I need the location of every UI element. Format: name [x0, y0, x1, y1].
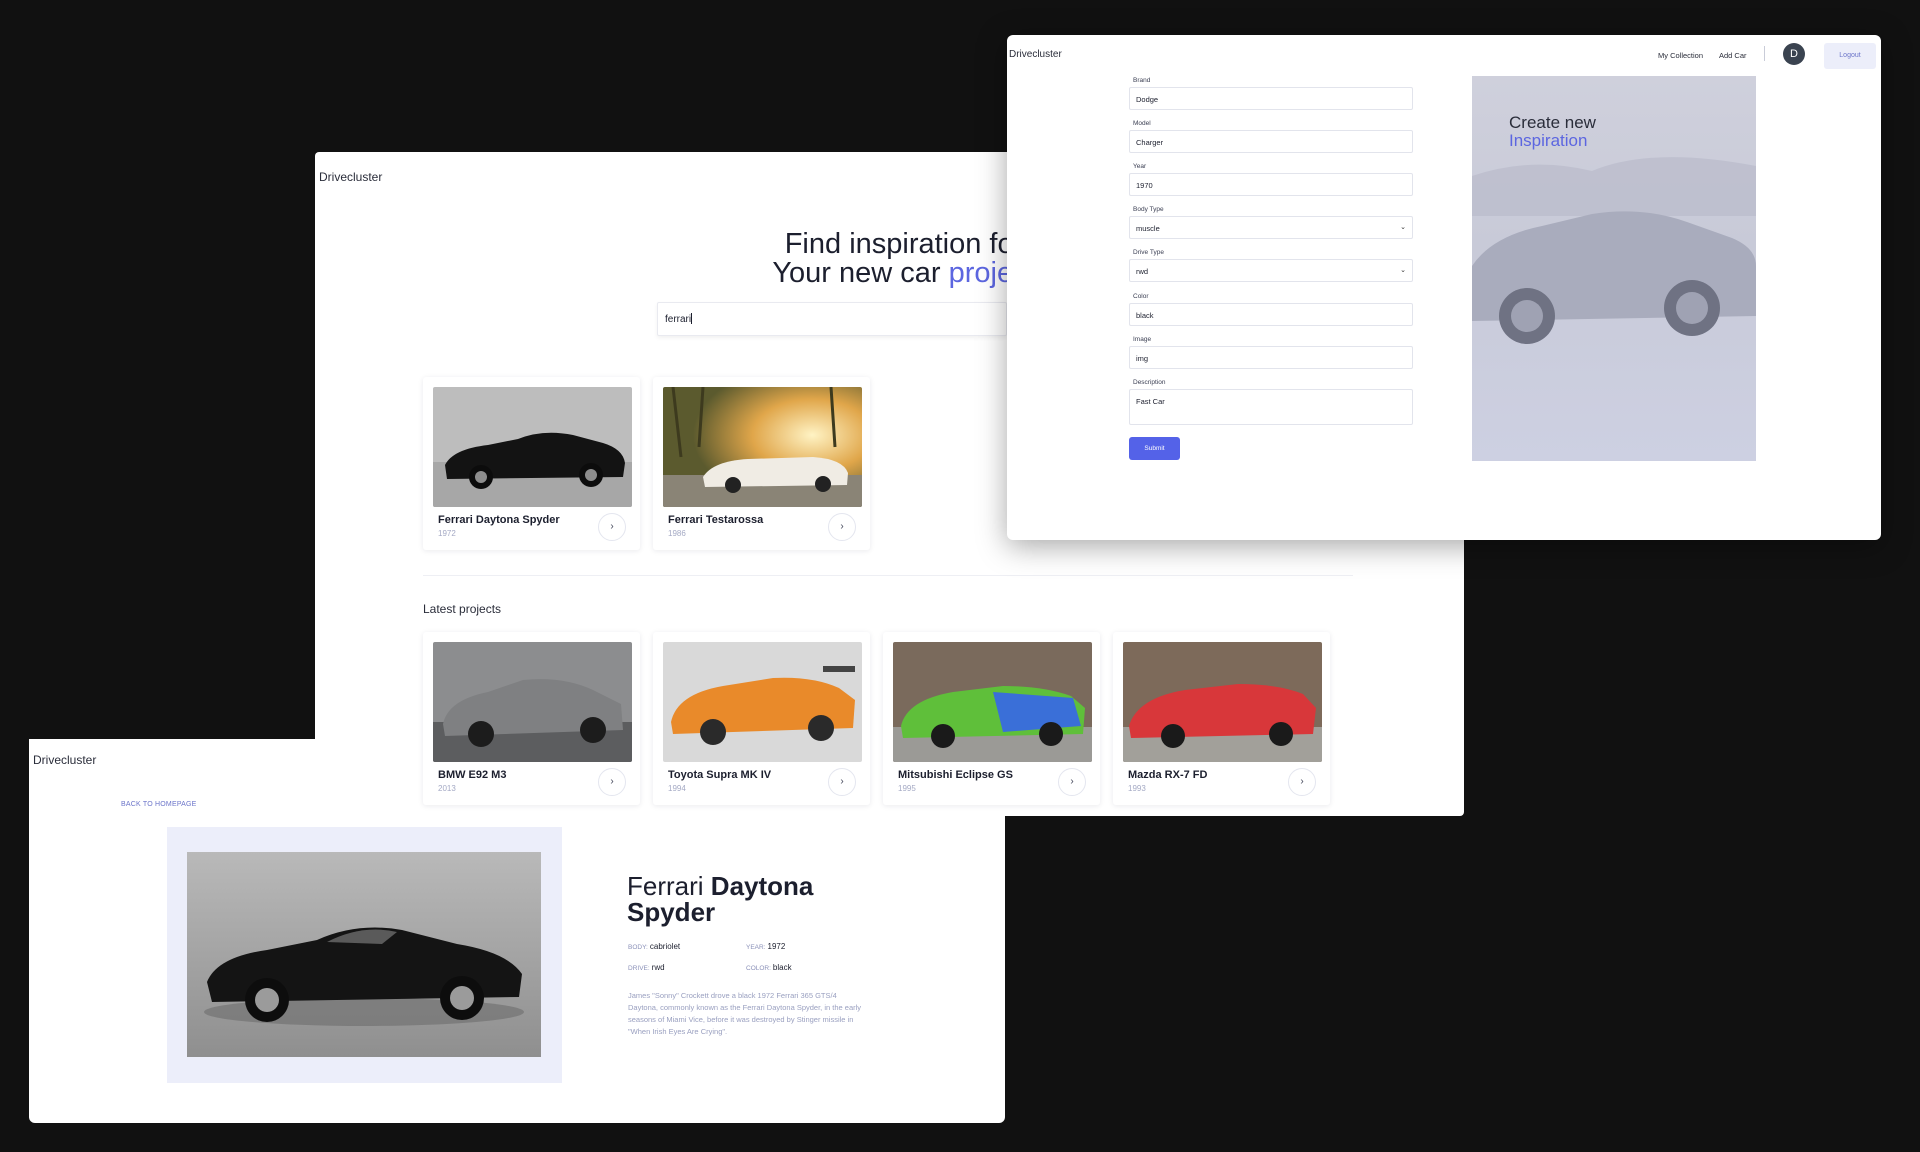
nav-my-collection[interactable]: My Collection: [1658, 51, 1703, 60]
card-year: 1986: [668, 529, 686, 538]
create-car-window: Drivecluster My Collection Add Car D Log…: [1007, 35, 1881, 540]
logout-button[interactable]: Logout: [1824, 43, 1876, 69]
year-label: Year: [1133, 163, 1147, 170]
text-caret: [691, 313, 693, 324]
model-label: Model: [1133, 120, 1151, 127]
card-year: 2013: [438, 784, 456, 793]
body-type-value: muscle: [1136, 224, 1160, 233]
card-year: 1993: [1128, 784, 1146, 793]
brand-logo[interactable]: Drivecluster: [33, 753, 96, 767]
image-label: Image: [1133, 336, 1152, 343]
hero-line-2-prefix: Your new car: [772, 257, 949, 289]
chevron-down-icon: ⌄: [1400, 224, 1406, 231]
card-thumbnail: [433, 642, 632, 762]
brand-logo[interactable]: Drivecluster: [319, 170, 382, 184]
chevron-down-icon: ⌄: [1400, 267, 1406, 274]
drive-type-value: rwd: [1136, 267, 1149, 276]
car-description: James "Sonny" Crockett drove a black 197…: [628, 991, 862, 1036]
brand-logo[interactable]: Drivecluster: [1009, 49, 1062, 60]
result-card[interactable]: Ferrari Testarossa 1986 ›: [653, 377, 870, 550]
card-thumbnail: [1123, 642, 1322, 762]
card-year: 1995: [898, 784, 916, 793]
submit-button[interactable]: Submit: [1129, 437, 1180, 460]
brand-field[interactable]: Dodge: [1129, 87, 1413, 110]
spec-drive-label: DRIVE:: [628, 965, 650, 972]
description-label: Description: [1133, 379, 1166, 386]
spec-year: YEAR: 1972: [746, 942, 785, 951]
chevron-right-icon[interactable]: ›: [598, 768, 626, 796]
spec-color-value: black: [772, 963, 792, 972]
body-type-select[interactable]: muscle ⌄: [1129, 216, 1413, 239]
chevron-right-icon[interactable]: ›: [598, 513, 626, 541]
spec-color: COLOR: black: [746, 963, 792, 972]
body-type-label: Body Type: [1133, 206, 1164, 213]
car-image: [1123, 642, 1322, 762]
spec-body: BODY: cabriolet: [628, 942, 680, 951]
spec-body-label: BODY:: [628, 944, 648, 951]
spec-year-label: YEAR:: [746, 944, 766, 951]
spec-drive: DRIVE: rwd: [628, 963, 665, 972]
project-card[interactable]: Mitsubishi Eclipse GS 1995 ›: [883, 632, 1100, 805]
card-thumbnail: [433, 387, 632, 507]
spec-drive-value: rwd: [651, 963, 665, 972]
car-image: [204, 927, 524, 1026]
chevron-right-icon[interactable]: ›: [828, 768, 856, 796]
back-to-homepage-link[interactable]: BACK TO HOMEPAGE: [121, 801, 197, 808]
card-thumbnail: [663, 387, 862, 507]
card-title: Ferrari Testarossa: [668, 514, 764, 526]
create-heading-line-2: Inspiration: [1509, 131, 1588, 150]
color-label: Color: [1133, 293, 1149, 300]
model-field[interactable]: Charger: [1129, 130, 1413, 153]
chevron-right-icon[interactable]: ›: [828, 513, 856, 541]
spec-color-label: COLOR:: [746, 965, 771, 972]
car-image: [663, 387, 862, 507]
card-title: Mazda RX-7 FD: [1128, 769, 1208, 781]
car-image: [663, 642, 862, 762]
hero-image-panel: Create new Inspiration: [1472, 76, 1756, 461]
nav-divider: [1764, 46, 1765, 61]
spec-body-value: cabriolet: [649, 942, 681, 951]
car-photo: [187, 852, 541, 1057]
car-image: [433, 642, 632, 762]
card-title: Ferrari Daytona Spyder: [438, 514, 560, 526]
create-heading-line-1: Create new: [1509, 113, 1596, 132]
card-thumbnail: [663, 642, 862, 762]
year-field[interactable]: 1970: [1129, 173, 1413, 196]
car-image: [433, 387, 632, 507]
create-inspiration-heading: Create new Inspiration: [1509, 114, 1596, 150]
drive-type-select[interactable]: rwd ⌄: [1129, 259, 1413, 282]
card-title: Mitsubishi Eclipse GS: [898, 769, 1013, 781]
brand-label: Brand: [1133, 77, 1151, 84]
spec-year-value: 1972: [767, 942, 786, 951]
image-field[interactable]: img: [1129, 346, 1413, 369]
car-title: Ferrari Daytona Spyder: [627, 873, 867, 925]
section-divider: [423, 575, 1353, 576]
latest-projects-heading: Latest projects: [423, 602, 502, 616]
result-card[interactable]: Ferrari Daytona Spyder 1972 ›: [423, 377, 640, 550]
card-year: 1994: [668, 784, 686, 793]
avatar[interactable]: D: [1783, 43, 1805, 65]
project-card[interactable]: Toyota Supra MK IV 1994 ›: [653, 632, 870, 805]
project-card[interactable]: BMW E92 M3 2013 ›: [423, 632, 640, 805]
project-card[interactable]: Mazda RX-7 FD 1993 ›: [1113, 632, 1330, 805]
chevron-right-icon[interactable]: ›: [1288, 768, 1316, 796]
chevron-right-icon[interactable]: ›: [1058, 768, 1086, 796]
car-image: [893, 642, 1092, 762]
drive-type-label: Drive Type: [1133, 249, 1164, 256]
nav-add-car[interactable]: Add Car: [1719, 51, 1747, 60]
card-thumbnail: [893, 642, 1092, 762]
color-field[interactable]: black: [1129, 303, 1413, 326]
car-photo-frame: [167, 827, 562, 1083]
card-title: Toyota Supra MK IV: [668, 769, 772, 781]
card-year: 1972: [438, 529, 456, 538]
description-textarea[interactable]: Fast Car: [1129, 389, 1413, 425]
card-title: BMW E92 M3: [438, 769, 507, 781]
search-input-value: ferrari: [665, 314, 692, 325]
search-input[interactable]: ferrari: [657, 302, 1007, 336]
